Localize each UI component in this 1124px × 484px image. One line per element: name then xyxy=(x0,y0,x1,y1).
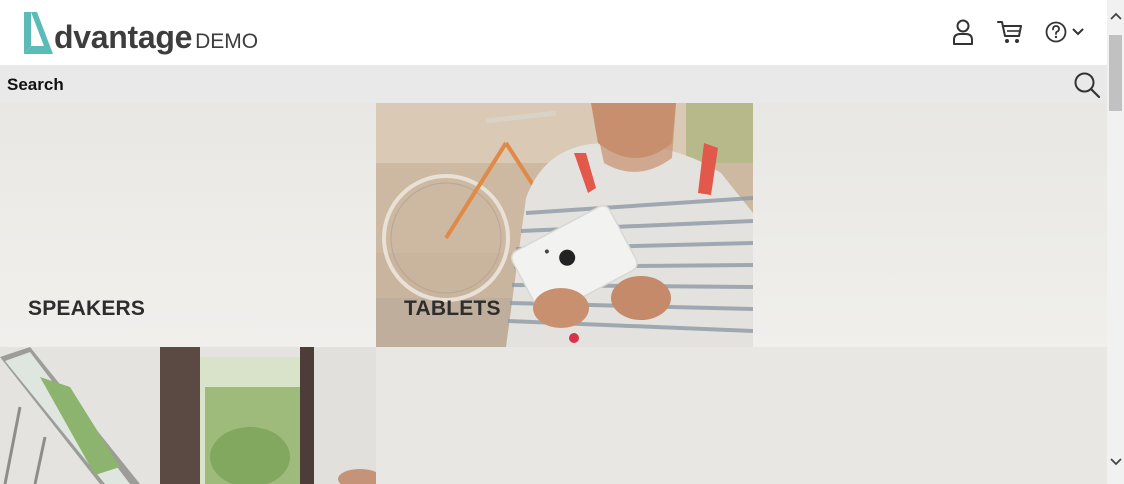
category-tile-placeholder xyxy=(376,347,1107,484)
category-tile-empty[interactable] xyxy=(753,103,1107,347)
site-header: dvantage DEMO xyxy=(0,0,1107,65)
chevron-down-icon[interactable] xyxy=(1107,453,1124,470)
help-menu-button[interactable] xyxy=(1043,17,1087,47)
search-icon[interactable] xyxy=(1073,71,1101,99)
logo-wordmark: dvantage xyxy=(54,19,193,55)
chevron-down-icon xyxy=(1072,28,1084,36)
category-tile-tablets[interactable]: TABLETS xyxy=(376,103,753,347)
user-icon[interactable] xyxy=(950,17,976,47)
page-scrollbar[interactable] xyxy=(1107,0,1124,484)
search-label: Search xyxy=(7,75,64,94)
help-icon xyxy=(1045,21,1067,43)
logo[interactable]: dvantage DEMO xyxy=(22,10,258,54)
category-label: SPEAKERS xyxy=(28,297,146,320)
cart-icon[interactable] xyxy=(996,17,1024,47)
chevron-up-icon[interactable] xyxy=(1107,8,1124,25)
laptops-photo xyxy=(0,347,376,484)
category-label: TABLETS xyxy=(404,297,501,320)
logo-mark-icon xyxy=(24,12,53,54)
search-bar[interactable]: Search xyxy=(0,65,1107,103)
category-tile-speakers[interactable]: SPEAKERS xyxy=(0,103,376,347)
scrollbar-thumb[interactable] xyxy=(1109,35,1122,111)
category-tile-laptops[interactable] xyxy=(0,347,376,484)
logo-suffix: DEMO xyxy=(195,30,259,53)
